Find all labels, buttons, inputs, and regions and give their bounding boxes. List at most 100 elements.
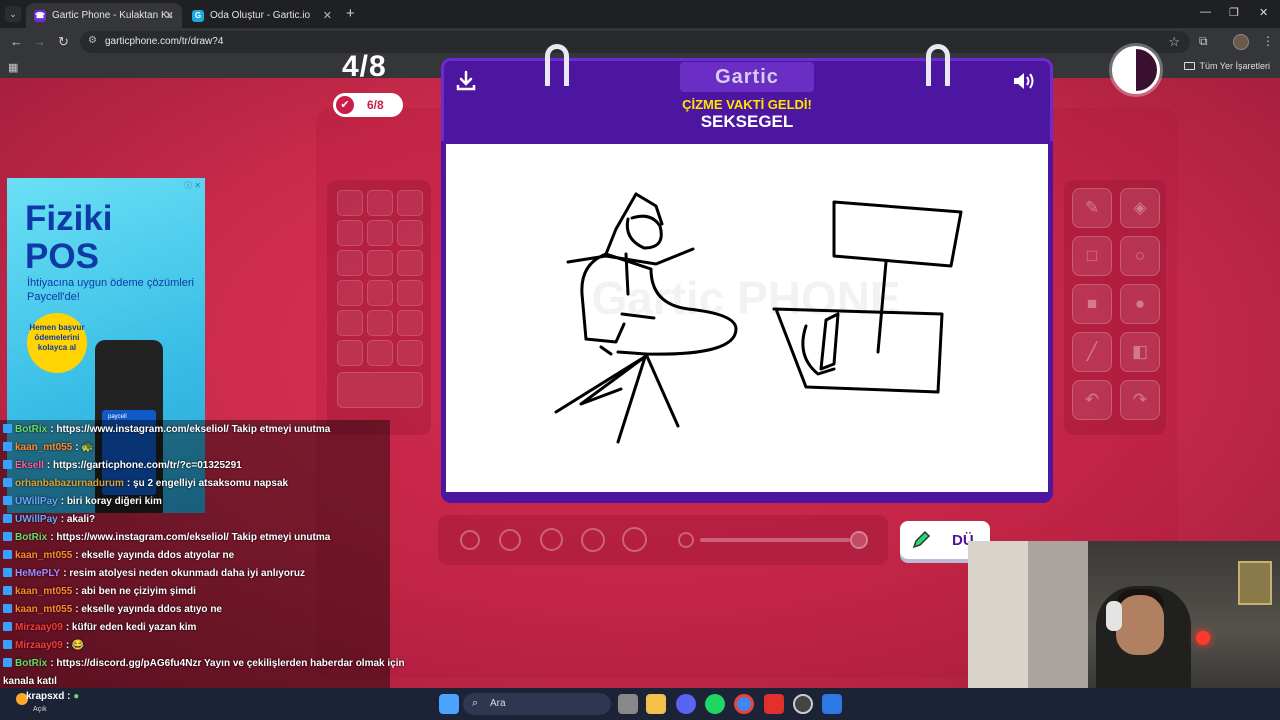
custom-color-button[interactable] <box>337 372 423 408</box>
close-window-icon[interactable]: ✕ <box>1259 6 1268 19</box>
color-swatch[interactable] <box>337 340 363 366</box>
ad-info-icon[interactable]: ⓘ ✕ <box>184 180 201 191</box>
redo-icon[interactable]: ↷ <box>1120 380 1160 420</box>
all-bookmarks-button[interactable]: Tüm Yer İşaretleri <box>1184 61 1270 71</box>
restore-icon[interactable]: ❐ <box>1229 6 1239 19</box>
board-ring-icon <box>545 44 569 86</box>
profile-avatar[interactable] <box>1233 34 1249 50</box>
address-bar[interactable]: ⚙ garticphone.com/tr/draw?4 ☆ <box>80 31 1190 53</box>
opacity-slider[interactable] <box>700 538 850 542</box>
line-icon[interactable]: ╱ <box>1072 332 1112 372</box>
app-icon[interactable] <box>764 694 784 714</box>
chat-badge-icon <box>3 424 12 433</box>
brush-size-5[interactable] <box>622 527 647 552</box>
rgb-light <box>1196 631 1210 645</box>
chat-text: akali? <box>66 514 96 525</box>
tab-title: Gartic Phone - Kulaktan Kulağa <box>52 10 172 21</box>
chat-badge-icon <box>3 550 12 559</box>
chat-input-user: krapsxd : ● <box>26 691 80 702</box>
color-swatch[interactable] <box>397 220 423 246</box>
eraser-icon[interactable]: ◈ <box>1120 188 1160 228</box>
back-icon[interactable]: ← <box>10 34 23 49</box>
color-swatch[interactable] <box>367 190 393 216</box>
color-swatch[interactable] <box>397 250 423 276</box>
color-swatch[interactable] <box>397 340 423 366</box>
pencil-icon[interactable]: ✎ <box>1072 188 1112 228</box>
fill-bucket-icon[interactable]: ◧ <box>1120 332 1160 372</box>
search-icon: ⌕ <box>472 697 479 709</box>
reload-icon[interactable]: ↻ <box>58 34 69 50</box>
site-info-icon[interactable]: ⚙ <box>88 35 97 46</box>
ellipse-fill-icon[interactable]: ● <box>1120 284 1160 324</box>
color-swatch[interactable] <box>337 220 363 246</box>
streamer-face <box>1116 595 1164 655</box>
sound-icon[interactable] <box>1012 70 1038 92</box>
chat-username: UWillPay <box>15 496 58 507</box>
brush-size-2[interactable] <box>499 529 521 551</box>
bookmark-star-icon[interactable]: ☆ <box>1168 34 1180 50</box>
chrome-icon[interactable] <box>734 694 754 714</box>
discord-icon[interactable] <box>676 694 696 714</box>
chat-text: https://discord.gg/pAG6fu4Nzr Yayın ve ç… <box>56 658 405 669</box>
minimize-icon[interactable]: — <box>1200 6 1211 18</box>
file-explorer-icon[interactable] <box>646 694 666 714</box>
chat-message: kanala katıl <box>3 676 57 687</box>
undo-icon[interactable]: ↶ <box>1072 380 1112 420</box>
done-count: 6/8 <box>367 98 384 112</box>
chat-text: https://garticphone.com/tr/?c=01325291 <box>53 460 242 471</box>
spotify-icon[interactable] <box>705 694 725 714</box>
ad-description: İhtiyacına uygun ödeme çözümleri Paycell… <box>27 277 194 303</box>
opacity-handle[interactable] <box>850 531 868 549</box>
browser-menu-icon[interactable]: ⋮ <box>1262 34 1274 48</box>
board-ring-icon <box>926 44 950 86</box>
taskbar-search[interactable]: ⌕ Ara <box>463 693 611 715</box>
chat-username: HeMePLY <box>15 568 61 579</box>
color-swatch[interactable] <box>367 310 393 336</box>
apps-grid-icon[interactable]: ▦ <box>8 61 18 74</box>
new-tab-button[interactable]: + <box>346 5 355 22</box>
app-icon[interactable] <box>822 694 842 714</box>
obs-icon[interactable] <box>793 694 813 714</box>
color-swatch[interactable] <box>337 250 363 276</box>
brush-size-1[interactable] <box>460 530 480 550</box>
draw-word: SEKSEGEL <box>700 112 794 131</box>
rectangle-outline-icon[interactable]: □ <box>1072 236 1112 276</box>
color-swatch[interactable] <box>367 220 393 246</box>
chat-text: şu 2 engelliyi atsaksomu napsak <box>133 478 289 489</box>
windows-start-icon[interactable] <box>439 694 459 714</box>
tab-close-icon[interactable]: ✕ <box>165 9 174 22</box>
ad-cta-badge[interactable]: Hemen başvur ödemelerini kolayca al <box>27 313 87 373</box>
tab-gartic-phone[interactable]: ☎ Gartic Phone - Kulaktan Kulağa ✕ <box>26 3 182 28</box>
search-label: Ara <box>490 698 506 709</box>
color-swatch[interactable] <box>367 250 393 276</box>
chat-message: Mirzaay09: küfür eden kedi yazan kim <box>3 622 196 633</box>
drawing-strokes: Gartic PHONE <box>554 192 963 444</box>
extensions-icon[interactable]: ⧉ <box>1199 34 1208 49</box>
rectangle-fill-icon[interactable]: ■ <box>1072 284 1112 324</box>
color-swatch[interactable] <box>367 340 393 366</box>
color-swatch[interactable] <box>397 310 423 336</box>
color-swatch[interactable] <box>397 280 423 306</box>
tab-search-button[interactable]: ⌄ <box>5 6 21 22</box>
color-swatch[interactable] <box>367 280 393 306</box>
color-swatch[interactable] <box>397 190 423 216</box>
drawing-canvas[interactable]: Gartic PHONE <box>446 144 1048 492</box>
brush-size-4[interactable] <box>581 528 605 552</box>
color-swatch[interactable] <box>337 190 363 216</box>
chat-username: kaan_mt055 <box>15 550 73 561</box>
chat-username: kaan_mt055 <box>15 442 73 453</box>
pencil-icon <box>912 530 931 549</box>
tab-gartic-io[interactable]: G Oda Oluştur - Gartic.io ✕ <box>184 3 340 28</box>
opacity-min-dot[interactable] <box>678 532 694 548</box>
brush-size-3[interactable] <box>540 528 563 551</box>
download-icon[interactable] <box>455 70 477 92</box>
stream-chat-overlay: BotRix: https://www.instagram.com/ekseli… <box>0 420 405 688</box>
tab-close-icon[interactable]: ✕ <box>323 9 332 22</box>
task-view-icon[interactable] <box>618 694 638 714</box>
color-swatch[interactable] <box>337 310 363 336</box>
chat-badge-icon <box>3 478 12 487</box>
chat-message: orhanbabazurnadurum: şu 2 engelliyi atsa… <box>3 478 288 489</box>
color-swatch[interactable] <box>337 280 363 306</box>
ellipse-outline-icon[interactable]: ○ <box>1120 236 1160 276</box>
forward-icon[interactable]: → <box>33 34 46 49</box>
